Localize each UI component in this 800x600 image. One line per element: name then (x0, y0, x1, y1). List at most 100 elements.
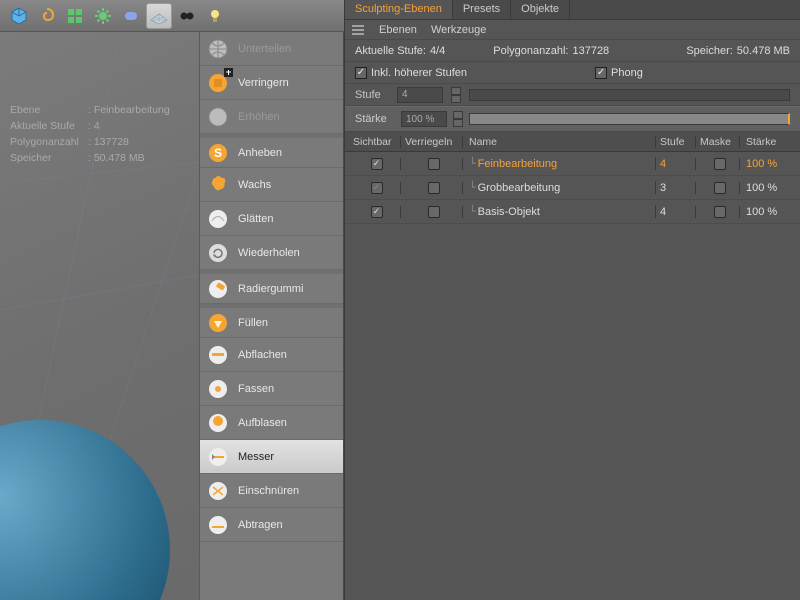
col-strength[interactable]: Stärke (740, 136, 800, 148)
tool-messer[interactable]: Messer (200, 440, 343, 474)
tool-unterteilen[interactable]: Unterteilen (200, 32, 343, 66)
lock-checkbox[interactable] (428, 206, 440, 218)
layer-row[interactable]: └Basis-Objekt4100 % (345, 200, 800, 224)
capsule-icon[interactable] (118, 3, 144, 29)
tool-füllen[interactable]: Füllen (200, 304, 343, 338)
menu-icon[interactable] (351, 24, 365, 36)
tool-radiergummi[interactable]: Radiergummi (200, 270, 343, 304)
tool-erhöhen[interactable]: Erhöhen (200, 100, 343, 134)
gear-icon[interactable] (90, 3, 116, 29)
tool-label: Radiergummi (238, 283, 303, 295)
tool-label: Anheben (238, 147, 282, 159)
viewport[interactable]: Ebene: FeinbearbeitungAktuelle Stufe: 4P… (0, 32, 199, 600)
col-mask[interactable]: Maske (696, 136, 740, 148)
tool-verringern[interactable]: Verringern (200, 66, 343, 100)
visible-checkbox[interactable] (371, 206, 383, 218)
object-sphere[interactable] (0, 420, 170, 600)
lock-checkbox[interactable] (428, 182, 440, 194)
tool-label: Glätten (238, 213, 273, 225)
memory-value: 50.478 MB (737, 45, 790, 57)
layer-level: 3 (656, 182, 696, 194)
tree-elbow-icon: └ (469, 181, 476, 194)
inflate-icon (206, 411, 230, 435)
tree-elbow-icon: └ (469, 157, 476, 170)
tool-aufblasen[interactable]: Aufblasen (200, 406, 343, 440)
attributes-panel: Sculpting-EbenenPresetsObjekte Ebenen Wer… (344, 0, 800, 600)
tool-abflachen[interactable]: Abflachen (200, 338, 343, 372)
layer-table-header: Sichtbar Verriegeln Name Stufe Maske Stä… (345, 132, 800, 152)
panel-tabs-major: Sculpting-EbenenPresetsObjekte (345, 0, 800, 20)
strength-slider[interactable] (469, 113, 790, 125)
tool-label: Verringern (238, 77, 289, 89)
tool-label: Fassen (238, 383, 274, 395)
tool-abtragen[interactable]: Abtragen (200, 508, 343, 542)
tool-glätten[interactable]: Glätten (200, 202, 343, 236)
layer-strength: 100 % (740, 206, 800, 218)
visible-checkbox[interactable] (371, 182, 383, 194)
mask-checkbox[interactable] (714, 158, 726, 170)
grid-line (1, 275, 197, 311)
tool-wiederholen[interactable]: Wiederholen (200, 236, 343, 270)
hud-value: : 50.478 MB (88, 150, 145, 166)
hud-value: : 4 (88, 118, 100, 134)
tool-fassen[interactable]: Fassen (200, 372, 343, 406)
tab-sculpting-ebenen[interactable]: Sculpting-Ebenen (345, 0, 453, 19)
hud-value: : 137728 (88, 134, 129, 150)
cube-icon[interactable] (6, 3, 32, 29)
floor-grid-icon[interactable] (146, 3, 172, 29)
subtab-ebenen[interactable]: Ebenen (379, 24, 417, 36)
tool-label: Abflachen (238, 349, 287, 361)
layer-strength: 100 % (740, 158, 800, 170)
level-slider[interactable] (469, 89, 790, 101)
lightbulb-icon[interactable] (202, 3, 228, 29)
polycount-value: 137728 (572, 45, 609, 57)
spiral-icon[interactable] (34, 3, 60, 29)
subtab-werkzeuge[interactable]: Werkzeuge (431, 24, 486, 36)
array-icon[interactable] (62, 3, 88, 29)
tab-presets[interactable]: Presets (453, 0, 511, 19)
mask-checkbox[interactable] (714, 206, 726, 218)
sphere-grid-up-icon (206, 105, 230, 129)
strength-spinner[interactable] (453, 111, 463, 127)
phong-checkbox[interactable] (595, 67, 607, 79)
layer-row[interactable]: └Grobbearbeitung 3 100 % (345, 176, 800, 200)
tool-einschnüren[interactable]: Einschnüren (200, 474, 343, 508)
mask-checkbox[interactable] (714, 182, 726, 194)
layer-level: 4 (656, 158, 696, 170)
goggles-icon[interactable] (174, 3, 200, 29)
level-spinner[interactable] (451, 87, 461, 103)
sculpt-tool-palette: Unterteilen Verringern Erhöhen SAnheben Wach… (199, 32, 344, 600)
col-visible[interactable]: Sichtbar (345, 136, 401, 148)
level-field-row: Stufe 4 (345, 84, 800, 106)
smooth-icon (206, 207, 230, 231)
lock-checkbox[interactable] (428, 158, 440, 170)
layer-strength: 100 % (740, 182, 800, 194)
include-higher-checkbox[interactable] (355, 67, 367, 79)
strength-field-row: Stärke 100 % (345, 106, 800, 132)
sphere-grid-icon (206, 37, 230, 61)
level-input[interactable]: 4 (397, 87, 443, 103)
tab-objekte[interactable]: Objekte (511, 0, 570, 19)
tool-wachs[interactable]: Wachs (200, 168, 343, 202)
visible-checkbox[interactable] (371, 158, 383, 170)
tool-label: Unterteilen (238, 43, 291, 55)
col-lock[interactable]: Verriegeln (401, 136, 463, 148)
checks-row: Inkl. höherer Stufen Phong (345, 62, 800, 84)
tool-label: Wachs (238, 179, 271, 191)
tool-label: Aufblasen (238, 417, 287, 429)
polycount-label: Polygonanzahl: (493, 45, 568, 57)
layer-row[interactable]: └Feinbearbeitung4100 % (345, 152, 800, 176)
fill-icon (206, 311, 230, 335)
top-toolbar (0, 0, 344, 32)
layer-name: Grobbearbeitung (478, 182, 561, 194)
tool-anheben[interactable]: SAnheben (200, 134, 343, 168)
current-level-value: 4/4 (430, 45, 445, 57)
col-name[interactable]: Name (463, 136, 656, 148)
tool-label: Erhöhen (238, 111, 280, 123)
current-level-label: Aktuelle Stufe: (355, 45, 426, 57)
col-level[interactable]: Stufe (656, 136, 696, 148)
hud-key: Polygonanzahl (10, 134, 88, 150)
hud-key: Ebene (10, 102, 88, 118)
strength-input[interactable]: 100 % (401, 111, 447, 127)
layer-table-body: └Feinbearbeitung4100 %└Grobbearbeitung31… (345, 152, 800, 224)
